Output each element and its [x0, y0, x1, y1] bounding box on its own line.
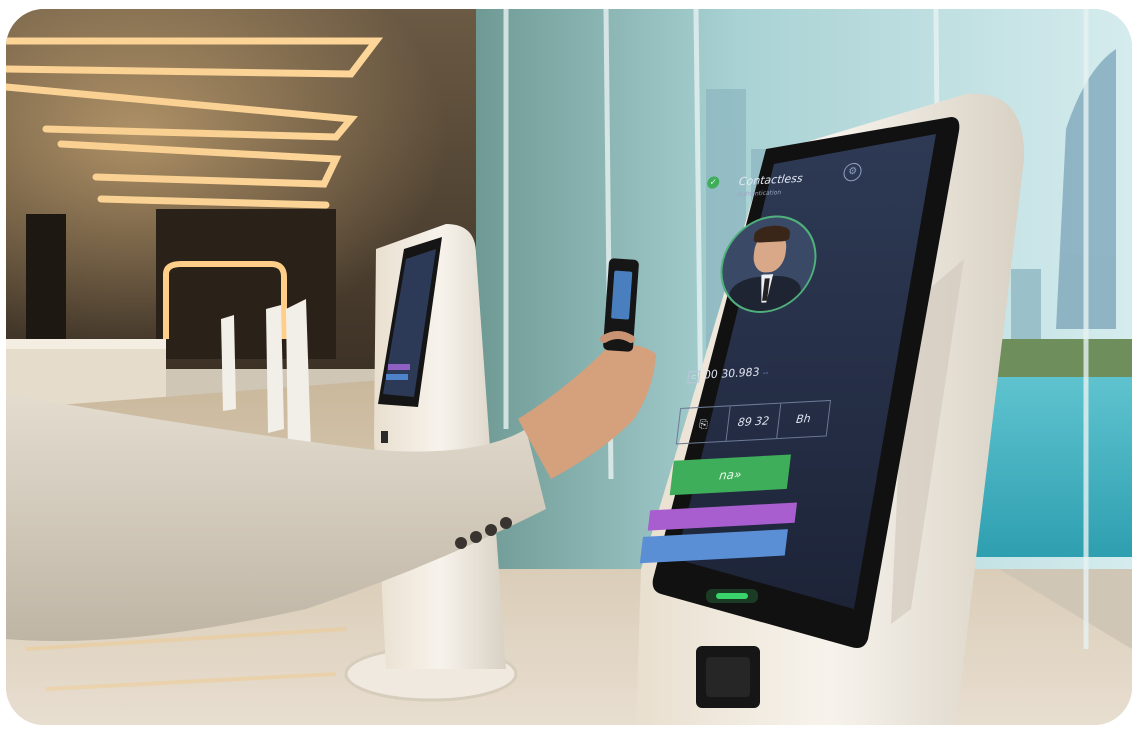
- photo-frame: ✓ ⚙ Contactless Authentication ⊂ 00 30.98…: [6, 9, 1132, 725]
- arm-layer: [6, 258, 656, 641]
- jacket-sleeve: [6, 394, 546, 641]
- hand: [518, 345, 656, 479]
- phone-screen: [611, 270, 633, 320]
